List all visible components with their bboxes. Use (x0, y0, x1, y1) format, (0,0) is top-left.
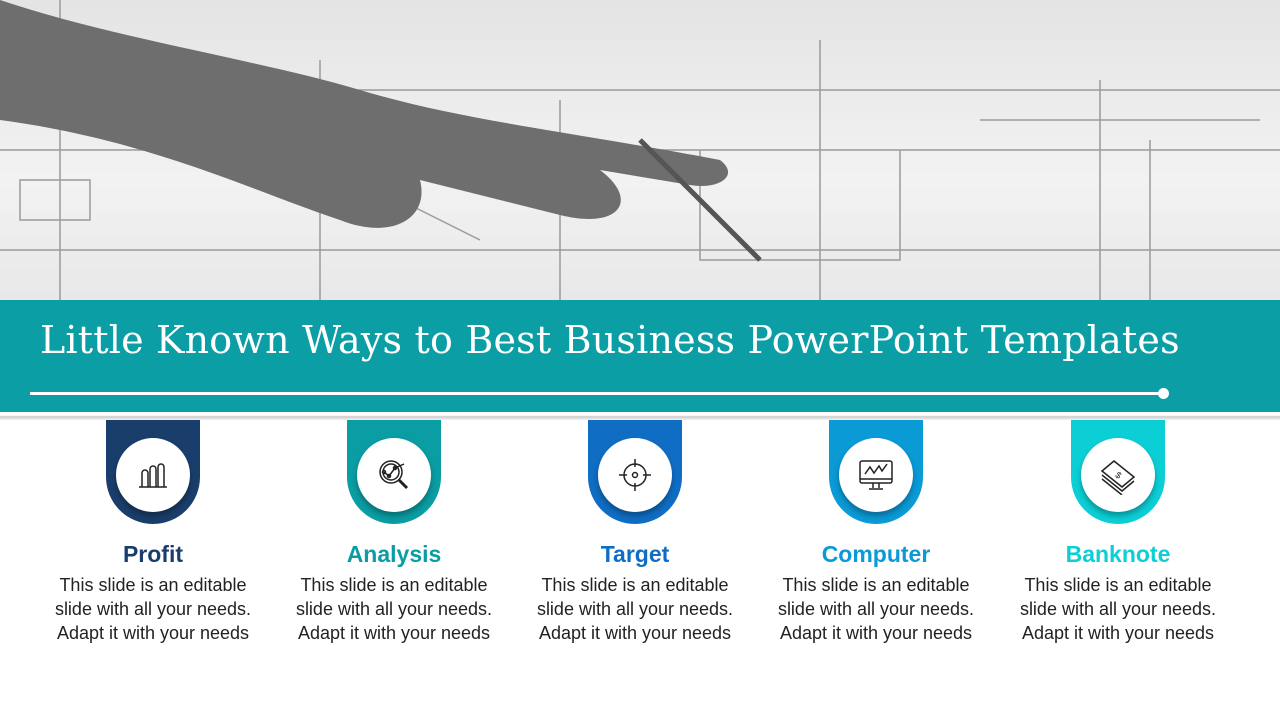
title-underline (30, 392, 1164, 395)
card-description: This slide is an editable slide with all… (54, 575, 252, 643)
monitor-chart-icon (839, 438, 913, 512)
divider (0, 412, 1280, 420)
page-title: Little Known Ways to Best Business Power… (40, 318, 1180, 362)
card-title: Computer (821, 541, 931, 567)
bar-chart-icon (116, 438, 190, 512)
card-description: This slide is an editable slide with all… (295, 575, 493, 643)
card-title: Profit (122, 541, 184, 567)
magnifier-analysis-icon (357, 438, 431, 512)
blueprint-hand-photo (0, 0, 1280, 300)
underline-end-dot (1158, 388, 1169, 399)
crosshair-target-icon (598, 438, 672, 512)
card-title: Banknote (1065, 541, 1171, 567)
card-description: This slide is an editable slide with all… (536, 575, 734, 643)
card-title: Analysis (346, 541, 442, 567)
card-title: Target (600, 541, 670, 567)
banknote-stack-icon: $ (1081, 438, 1155, 512)
card-description: This slide is an editable slide with all… (777, 575, 975, 643)
card-description: This slide is an editable slide with all… (1019, 575, 1217, 643)
svg-text:$: $ (1113, 470, 1123, 481)
